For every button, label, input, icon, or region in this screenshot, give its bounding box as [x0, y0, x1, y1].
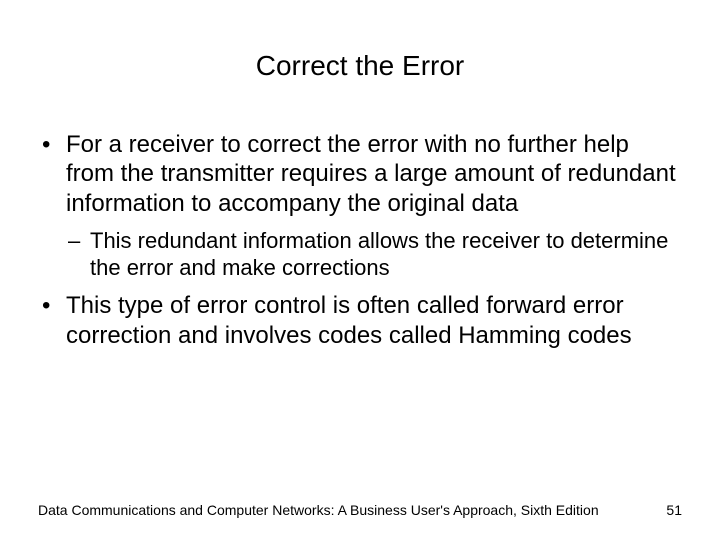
- footer-text: Data Communications and Computer Network…: [38, 502, 599, 518]
- slide-footer: Data Communications and Computer Network…: [38, 502, 682, 518]
- slide: Correct the Error For a receiver to corr…: [0, 0, 720, 540]
- list-item: For a receiver to correct the error with…: [38, 130, 682, 281]
- bullet-text: This type of error control is often call…: [66, 292, 632, 348]
- bullet-text: For a receiver to correct the error with…: [66, 131, 676, 217]
- sub-bullet-list: This redundant information allows the re…: [66, 228, 682, 282]
- page-number: 51: [666, 502, 682, 518]
- slide-title: Correct the Error: [38, 50, 682, 82]
- list-item: This redundant information allows the re…: [66, 228, 682, 282]
- bullet-list: For a receiver to correct the error with…: [38, 130, 682, 350]
- list-item: This type of error control is often call…: [38, 291, 682, 350]
- bullet-text: This redundant information allows the re…: [90, 228, 668, 280]
